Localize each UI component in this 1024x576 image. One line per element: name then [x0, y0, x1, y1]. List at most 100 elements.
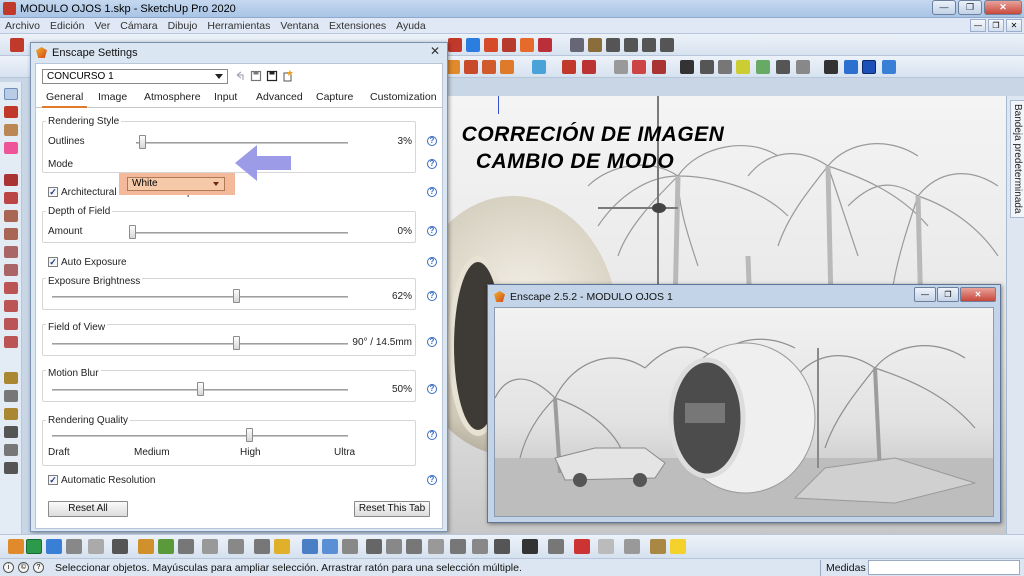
- menu-ver[interactable]: Ver: [89, 18, 115, 33]
- view-iso-icon[interactable]: [570, 38, 584, 52]
- view-front-icon[interactable]: [606, 38, 620, 52]
- text-tool-icon[interactable]: [4, 426, 18, 438]
- section-icon[interactable]: [632, 60, 646, 74]
- rotated-rect-icon[interactable]: [4, 228, 18, 240]
- undo-icon[interactable]: [234, 70, 246, 82]
- save-icon[interactable]: [250, 70, 262, 82]
- menu-edicion[interactable]: Edición: [45, 18, 89, 33]
- move-icon[interactable]: [466, 38, 480, 52]
- circle-icon[interactable]: [4, 246, 18, 258]
- exposure-slider-track[interactable]: [52, 296, 348, 298]
- polygon-icon[interactable]: [4, 264, 18, 276]
- globe-icon[interactable]: [494, 539, 510, 554]
- menu-dibujo[interactable]: Dibujo: [163, 18, 203, 33]
- render-minimize-button[interactable]: —: [914, 287, 936, 302]
- dof-help-icon[interactable]: ?: [427, 226, 437, 236]
- style-icon[interactable]: [614, 60, 628, 74]
- reset-all-button[interactable]: Reset All: [48, 501, 128, 517]
- quality-slider-thumb[interactable]: [246, 428, 254, 442]
- settings-close-button[interactable]: ✕: [429, 45, 441, 58]
- tray-tab-label[interactable]: Bandeja predeterminada: [1010, 100, 1024, 218]
- fov-help-icon[interactable]: ?: [427, 337, 437, 347]
- car-icon[interactable]: [112, 539, 128, 554]
- tape-measure-icon[interactable]: [4, 372, 18, 384]
- menu-extensiones[interactable]: Extensiones: [324, 18, 391, 33]
- light-icon[interactable]: [736, 60, 750, 74]
- mode-dropdown[interactable]: White: [127, 177, 225, 191]
- refresh-icon[interactable]: [26, 539, 42, 554]
- tab-image[interactable]: Image: [94, 91, 131, 106]
- help-icon[interactable]: ?: [33, 562, 44, 573]
- doc-close-button[interactable]: ✕: [1006, 19, 1022, 32]
- tab-atmosphere[interactable]: Atmosphere: [140, 91, 205, 106]
- minimize-button[interactable]: —: [932, 0, 956, 15]
- camera-icon[interactable]: [680, 60, 694, 74]
- 3d-text-icon[interactable]: [4, 462, 18, 474]
- printer-icon[interactable]: [66, 539, 82, 554]
- quality-slider-track[interactable]: [52, 435, 348, 437]
- doc-restore-button[interactable]: ❐: [988, 19, 1004, 32]
- select-tool-icon[interactable]: [4, 88, 18, 100]
- doc-minimize-button[interactable]: —: [970, 19, 986, 32]
- xray-icon[interactable]: [652, 60, 666, 74]
- cross-red-icon[interactable]: [448, 38, 462, 52]
- arc3-icon[interactable]: [4, 336, 18, 348]
- video-icon[interactable]: [386, 539, 402, 554]
- eraser-icon[interactable]: [4, 142, 18, 154]
- reset-tab-button[interactable]: Reset This Tab: [354, 501, 430, 517]
- amount-slider-thumb[interactable]: [129, 225, 136, 239]
- axes-icon[interactable]: [4, 444, 18, 456]
- motion-blur-help-icon[interactable]: ?: [427, 384, 437, 394]
- motion-blur-slider-thumb[interactable]: [197, 382, 204, 396]
- flask-icon[interactable]: [532, 60, 546, 74]
- tab-customization[interactable]: Customization: [366, 91, 441, 106]
- rotate-icon[interactable]: [484, 38, 498, 52]
- warehouse-icon[interactable]: [562, 60, 576, 74]
- tag-icon[interactable]: [548, 539, 564, 554]
- profile-icon[interactable]: [522, 539, 538, 554]
- new-preset-icon[interactable]: [282, 70, 294, 82]
- enscape-start-icon[interactable]: [844, 60, 858, 74]
- arrow-icon[interactable]: [824, 60, 838, 74]
- pie-icon[interactable]: [4, 318, 18, 330]
- measures-input[interactable]: [868, 560, 1020, 575]
- info-icon[interactable]: i: [3, 562, 14, 573]
- two-point-checkbox[interactable]: ✓: [48, 187, 58, 197]
- arc2-icon[interactable]: [4, 300, 18, 312]
- offset-icon[interactable]: [538, 38, 552, 52]
- menu-archivo[interactable]: Archivo: [0, 18, 45, 33]
- tree-icon[interactable]: [158, 539, 174, 554]
- batch-icon[interactable]: [428, 539, 444, 554]
- menu-ventana[interactable]: Ventana: [275, 18, 324, 33]
- auto-exposure-checkbox[interactable]: ✓: [48, 257, 58, 267]
- monitor-icon[interactable]: [450, 539, 466, 554]
- settings-icon[interactable]: [796, 60, 810, 74]
- tab-general[interactable]: General: [42, 91, 88, 108]
- vr-icon[interactable]: [472, 539, 488, 554]
- dimension-icon[interactable]: [4, 390, 18, 402]
- freehand-icon[interactable]: [4, 192, 18, 204]
- wrench-icon[interactable]: [624, 539, 640, 554]
- exposure-help-icon[interactable]: ?: [427, 291, 437, 301]
- panorama-icon[interactable]: [406, 539, 422, 554]
- auto-exposure-help-icon[interactable]: ?: [427, 257, 437, 267]
- auto-resolution-checkbox[interactable]: ✓: [48, 475, 58, 485]
- protractor-icon[interactable]: [4, 408, 18, 420]
- fog-icon[interactable]: [776, 60, 790, 74]
- fov-slider-track[interactable]: [52, 343, 348, 345]
- export-icon[interactable]: [302, 539, 318, 554]
- copyright-icon[interactable]: ©: [18, 562, 29, 573]
- enscape-sync-icon[interactable]: [862, 60, 876, 74]
- quality-help-icon[interactable]: ?: [427, 430, 437, 440]
- camera-tool-icon[interactable]: [88, 539, 104, 554]
- amount-slider-track[interactable]: [132, 232, 348, 234]
- sun-icon[interactable]: [138, 539, 154, 554]
- material-icon[interactable]: [650, 539, 666, 554]
- tab-capture[interactable]: Capture: [312, 91, 357, 106]
- view-left-icon[interactable]: [660, 38, 674, 52]
- sound-icon[interactable]: [202, 539, 218, 554]
- bookmark-icon[interactable]: [274, 539, 290, 554]
- restore-button[interactable]: ❐: [958, 0, 982, 15]
- menu-herramientas[interactable]: Herramientas: [202, 18, 275, 33]
- menu-ayuda[interactable]: Ayuda: [391, 18, 431, 33]
